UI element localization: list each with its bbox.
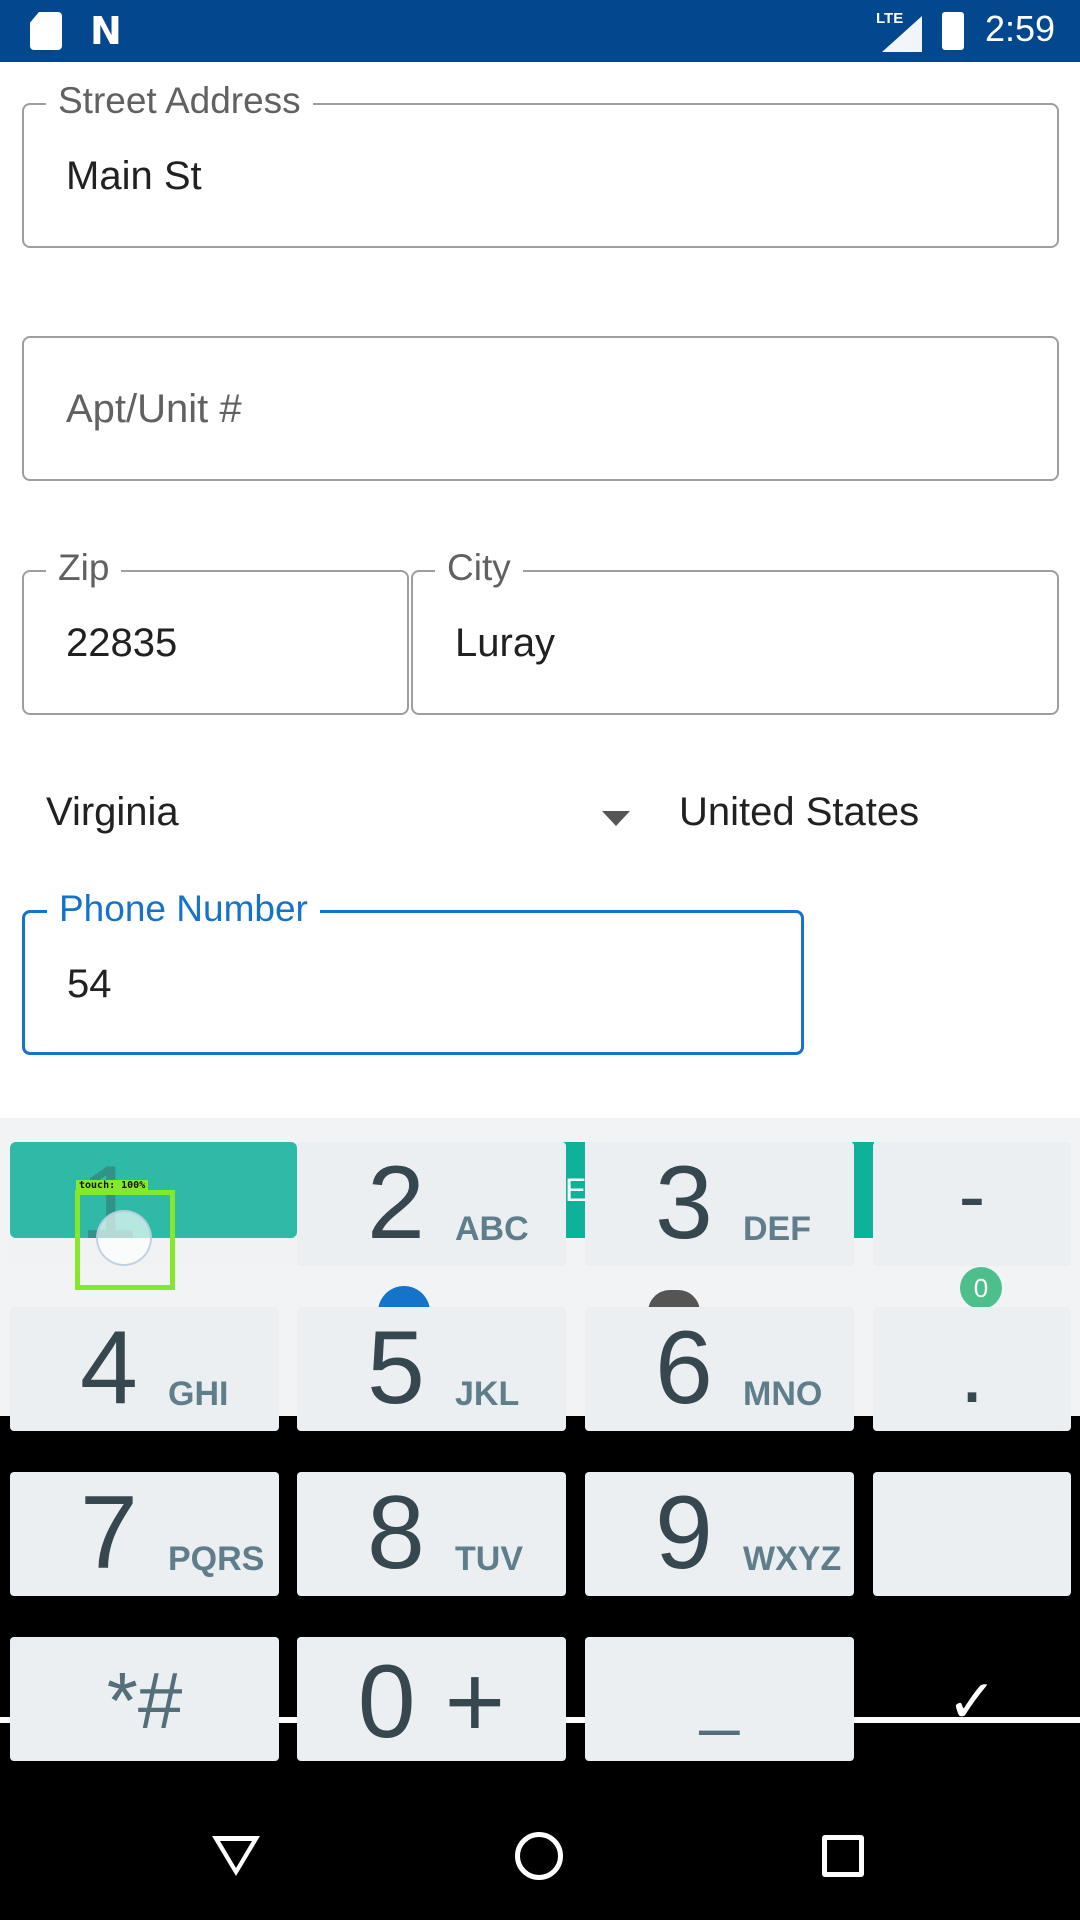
cart-count-badge: 0 — [960, 1267, 1002, 1309]
network-type: LTE — [876, 10, 904, 27]
zip-field[interactable]: Zip 22835 — [22, 546, 409, 715]
key-0[interactable]: 0 + — [297, 1637, 566, 1761]
touch-label: touch: 100% — [76, 1180, 149, 1191]
apt-unit-field[interactable]: Apt/Unit # — [22, 336, 1059, 481]
back-icon-inner — [220, 1841, 252, 1868]
key-minus[interactable]: - — [873, 1142, 1071, 1266]
clock: 2:59 — [985, 8, 1056, 49]
touch-highlight-box — [75, 1190, 175, 1290]
city-field[interactable]: City Luray — [411, 546, 1059, 715]
behind-letter: E — [565, 1172, 587, 1208]
n-logo-icon: N — [90, 9, 122, 53]
key-3[interactable]: 3 DEF — [585, 1142, 854, 1266]
street-address-value: Main St — [66, 154, 202, 198]
home-icon[interactable] — [515, 1832, 563, 1880]
apt-unit-placeholder: Apt/Unit # — [66, 387, 242, 431]
zip-value: 22835 — [66, 621, 178, 665]
phone-number-field[interactable]: Phone Number 54 — [22, 887, 804, 1055]
key-done[interactable]: ✓ — [873, 1637, 1071, 1761]
city-value: Luray — [455, 621, 556, 665]
key-symbols[interactable]: *# — [10, 1637, 279, 1761]
street-address-label: Street Address — [46, 79, 313, 123]
dropdown-arrow-icon — [602, 811, 630, 826]
behind-teal-strip: E — [563, 1142, 587, 1238]
key-period[interactable]: . — [873, 1307, 1071, 1431]
status-bar: N LTE 2:59 — [0, 0, 1080, 62]
state-select[interactable]: Virginia — [46, 790, 646, 840]
key-4[interactable]: 4 GHI — [10, 1307, 279, 1431]
behind-teal-strip-2 — [852, 1142, 874, 1238]
city-label: City — [435, 546, 523, 590]
phone-number-value: 54 — [67, 962, 112, 1006]
street-address-field[interactable]: Street Address Main St — [22, 79, 1059, 248]
key-9[interactable]: 9 WXYZ — [585, 1472, 854, 1596]
recents-icon[interactable] — [822, 1835, 864, 1877]
state-value: Virginia — [46, 790, 179, 834]
phone-number-label: Phone Number — [47, 887, 320, 931]
key-8[interactable]: 8 TUV — [297, 1472, 566, 1596]
key-6[interactable]: 6 MNO — [585, 1307, 854, 1431]
checkmark-icon: ✓ — [946, 1668, 998, 1735]
zip-label: Zip — [46, 546, 122, 590]
battery-icon — [942, 12, 964, 50]
key-5[interactable]: 5 JKL — [297, 1307, 566, 1431]
country-value: United States — [679, 790, 920, 834]
key-7[interactable]: 7 PQRS — [10, 1472, 279, 1596]
key-blank[interactable] — [873, 1472, 1071, 1596]
key-2[interactable]: 2 ABC — [297, 1142, 566, 1266]
sd-card-icon — [30, 12, 62, 50]
key-space[interactable]: _ — [585, 1637, 854, 1761]
